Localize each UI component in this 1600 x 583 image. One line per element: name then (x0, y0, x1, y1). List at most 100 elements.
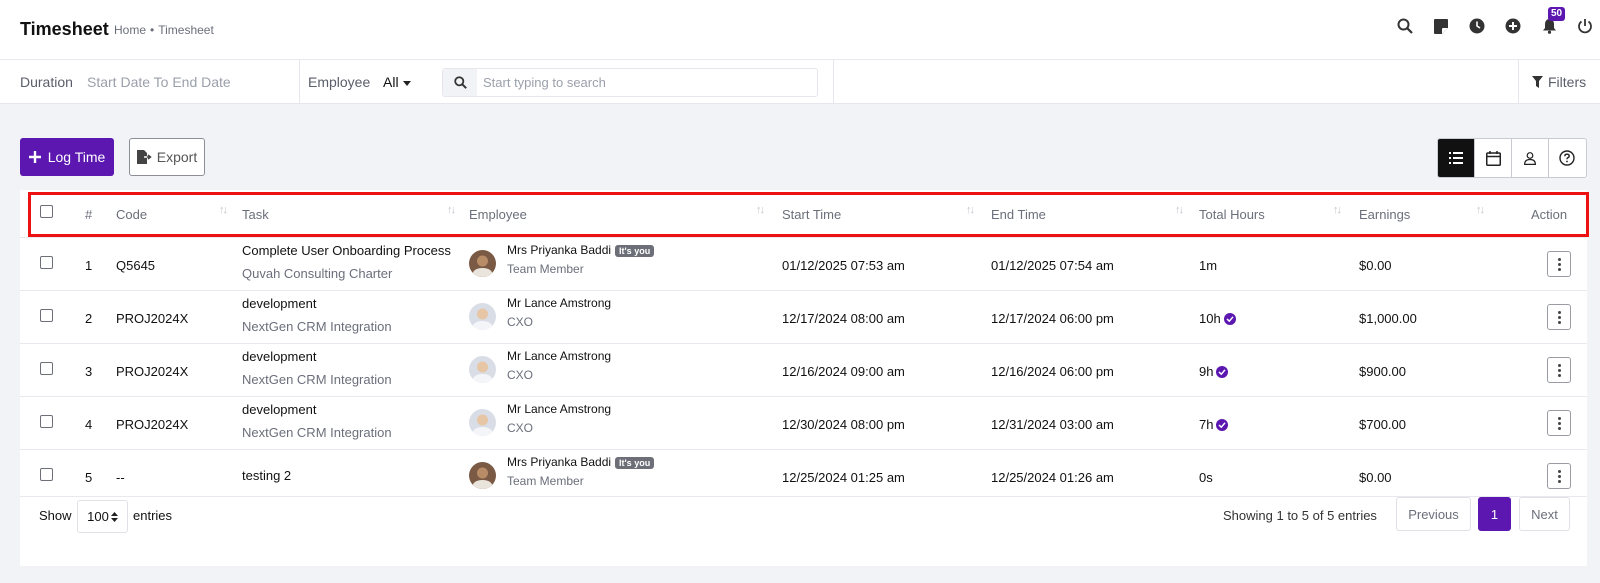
bell-icon[interactable]: 50 (1540, 7, 1566, 35)
column-header-number: # (85, 207, 93, 222)
previous-page-button[interactable]: Previous (1396, 497, 1471, 531)
column-header-action: Action (1531, 207, 1568, 222)
breadcrumb-home[interactable]: Home (114, 23, 146, 37)
question-circle-icon (1559, 150, 1576, 166)
row-task[interactable]: development (242, 349, 316, 364)
row-start-time: 01/12/2025 07:53 am (782, 258, 905, 273)
table-row: 5 -- testing 2 Mrs Priyanka Baddi It's yo… (20, 450, 1587, 497)
employee-name[interactable]: Mr Lance Amstrong (507, 296, 611, 310)
row-total-hours: 0s (1199, 470, 1213, 485)
sort-icon[interactable]: ↑↓ (756, 204, 765, 216)
row-project: NextGen CRM Integration (242, 372, 392, 387)
employee-select[interactable]: All (383, 74, 411, 90)
approved-check-icon (1223, 312, 1236, 325)
log-time-button[interactable]: Log Time (20, 138, 114, 176)
column-header-task[interactable]: Task (242, 207, 269, 222)
search-icon[interactable] (1396, 17, 1414, 35)
clock-icon[interactable] (1468, 17, 1486, 35)
breadcrumb-current: Timesheet (158, 23, 214, 37)
sort-icon[interactable]: ↑↓ (1476, 204, 1485, 216)
sort-icon[interactable]: ↑↓ (447, 204, 456, 216)
row-task[interactable]: testing 2 (242, 468, 291, 483)
column-header-end-time[interactable]: End Time (991, 207, 1046, 222)
row-code: Q5645 (116, 258, 156, 273)
select-all-checkbox[interactable] (40, 205, 53, 218)
employee-label: Employee (308, 74, 371, 90)
row-end-time: 12/16/2024 06:00 pm (991, 364, 1114, 379)
table-row: 2 PROJ2024X development NextGen CRM Inte… (20, 291, 1587, 344)
search-icon (443, 69, 477, 96)
help-button[interactable] (1549, 139, 1586, 177)
power-icon[interactable] (1576, 17, 1594, 35)
column-header-earnings[interactable]: Earnings (1359, 207, 1410, 222)
row-action-menu-button[interactable] (1547, 357, 1571, 383)
employee-view-button[interactable] (1512, 139, 1549, 177)
sort-icon[interactable]: ↑↓ (1333, 204, 1342, 216)
row-checkbox[interactable] (40, 309, 53, 322)
column-header-code[interactable]: Code (116, 207, 147, 222)
list-view-button[interactable] (1438, 139, 1475, 177)
sort-icon[interactable]: ↑↓ (1175, 204, 1184, 216)
row-task[interactable]: development (242, 296, 316, 311)
row-earnings: $700.00 (1359, 417, 1406, 432)
row-action-menu-button[interactable] (1547, 410, 1571, 436)
entries-per-page-value: 100 (87, 509, 109, 524)
row-end-time: 12/25/2024 01:26 am (991, 470, 1114, 485)
row-end-time: 01/12/2025 07:54 am (991, 258, 1114, 273)
export-button[interactable]: Export (129, 138, 205, 176)
page-1-button[interactable]: 1 (1478, 497, 1511, 531)
sort-icon[interactable]: ↑↓ (966, 204, 975, 216)
duration-label: Duration (20, 74, 73, 90)
column-header-total-hours[interactable]: Total Hours (1199, 207, 1265, 222)
employee-name[interactable]: Mr Lance Amstrong (507, 402, 611, 416)
table-row: 1 Q5645 Complete User Onboarding Process… (20, 238, 1587, 291)
row-task[interactable]: development (242, 402, 316, 417)
row-project: NextGen CRM Integration (242, 425, 392, 440)
column-header-employee[interactable]: Employee (469, 207, 527, 222)
row-action-menu-button[interactable] (1547, 251, 1571, 277)
row-checkbox[interactable] (40, 415, 53, 428)
total-hours-value: 7h (1199, 417, 1214, 432)
sort-icon[interactable]: ↑↓ (219, 204, 228, 216)
employee-role: Team Member (507, 262, 584, 276)
column-header-start-time[interactable]: Start Time (782, 207, 841, 222)
row-code: PROJ2024X (116, 417, 189, 432)
add-circle-icon[interactable] (1504, 17, 1522, 35)
row-checkbox[interactable] (40, 468, 53, 481)
employee-name[interactable]: Mrs Priyanka Baddi (507, 243, 611, 257)
file-export-icon (136, 150, 152, 164)
notification-badge: 50 (1548, 7, 1566, 21)
row-action-menu-button[interactable] (1547, 304, 1571, 330)
entries-label: entries (133, 508, 173, 523)
table-row: 3 PROJ2024X development NextGen CRM Inte… (20, 344, 1587, 397)
user-icon (1524, 151, 1536, 165)
row-code: -- (116, 470, 125, 485)
row-action-menu-button[interactable] (1547, 463, 1571, 489)
row-checkbox[interactable] (40, 362, 53, 375)
employee-name[interactable]: Mr Lance Amstrong (507, 349, 611, 363)
total-hours-value: 10h (1199, 311, 1221, 326)
filter-divider (299, 60, 300, 104)
funnel-icon (1532, 76, 1543, 88)
row-start-time: 12/30/2024 08:00 pm (782, 417, 905, 432)
avatar (469, 462, 496, 489)
filters-button[interactable]: Filters (1532, 74, 1586, 90)
row-project: Quvah Consulting Charter (242, 266, 393, 281)
row-employee: Mr Lance Amstrong (507, 296, 611, 310)
table-row: 4 PROJ2024X development NextGen CRM Inte… (20, 397, 1587, 450)
duration-picker[interactable]: Start Date To End Date (87, 74, 231, 90)
calendar-view-button[interactable] (1475, 139, 1512, 177)
row-start-time: 12/17/2024 08:00 am (782, 311, 905, 326)
entries-per-page-select[interactable]: 100 (77, 500, 128, 533)
pagination-info: Showing 1 to 5 of 5 entries (1223, 508, 1377, 523)
row-checkbox[interactable] (40, 256, 53, 269)
sticky-note-icon[interactable] (1432, 17, 1450, 35)
next-page-button[interactable]: Next (1519, 497, 1570, 531)
plus-icon (28, 151, 41, 163)
search-input[interactable] (483, 69, 813, 96)
row-employee: Mr Lance Amstrong (507, 349, 611, 363)
row-task[interactable]: Complete User Onboarding Process (242, 243, 451, 258)
row-code: PROJ2024X (116, 311, 189, 326)
avatar (469, 303, 496, 330)
employee-name[interactable]: Mrs Priyanka Baddi (507, 455, 611, 469)
